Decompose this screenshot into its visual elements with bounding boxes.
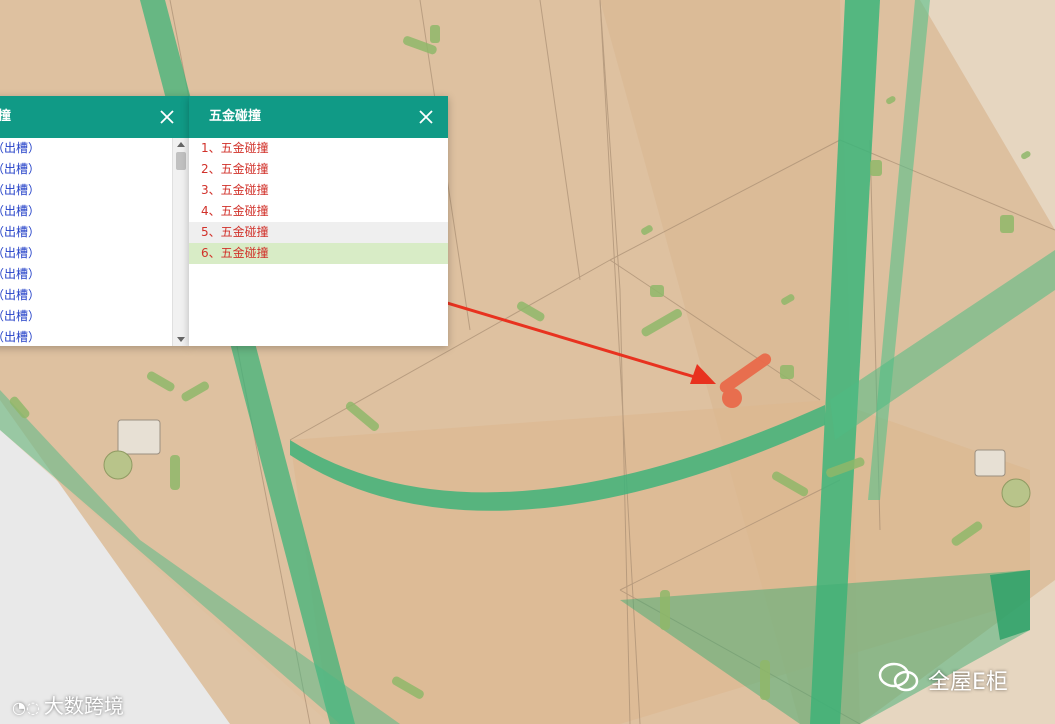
scroll-down-arrow-icon[interactable] bbox=[177, 337, 185, 342]
left-panel-close-icon[interactable] bbox=[157, 107, 177, 127]
left-panel-title: 撞 bbox=[0, 109, 12, 124]
left-panel-list: （出槽） （出槽） （出槽） （出槽） （出槽） （出槽） （出槽） （出槽） … bbox=[0, 138, 173, 346]
collision-item[interactable]: 1、五金碰撞 bbox=[189, 138, 448, 159]
collision-item-hovered[interactable]: 5、五金碰撞 bbox=[189, 222, 448, 243]
list-item[interactable]: （出槽） bbox=[0, 222, 173, 243]
scroll-up-arrow-icon[interactable] bbox=[177, 142, 185, 147]
right-panel-header: 五金碰撞 bbox=[189, 96, 448, 138]
hardware-collision-panel: 五金碰撞 1、五金碰撞 2、五金碰撞 3、五金碰撞 4、五金碰撞 5、五金碰撞 … bbox=[189, 96, 448, 346]
left-panel-header: 撞 bbox=[0, 96, 189, 138]
list-item[interactable]: （出槽） bbox=[0, 180, 173, 201]
list-item[interactable]: （出槽） bbox=[0, 306, 173, 327]
collision-item[interactable]: 4、五金碰撞 bbox=[189, 201, 448, 222]
collision-item[interactable]: 3、五金碰撞 bbox=[189, 180, 448, 201]
watermark-logo-icon: ◔◌ bbox=[12, 698, 40, 717]
collision-item-selected[interactable]: 6、五金碰撞 bbox=[189, 243, 448, 264]
list-item[interactable]: （出槽） bbox=[0, 138, 173, 159]
wechat-icon bbox=[878, 662, 922, 698]
list-item[interactable]: （出槽） bbox=[0, 243, 173, 264]
list-item[interactable]: （出槽） bbox=[0, 285, 173, 306]
list-item[interactable]: （出槽） bbox=[0, 264, 173, 285]
list-item[interactable]: （出槽） bbox=[0, 159, 173, 180]
right-panel-title: 五金碰撞 bbox=[209, 109, 262, 124]
right-panel-close-icon[interactable] bbox=[416, 107, 436, 127]
watermark-bottom-left: ◔◌ 大数跨境 bbox=[12, 690, 124, 719]
list-item[interactable]: （出槽） bbox=[0, 327, 173, 346]
watermark-bottom-right: 全屋E柜 bbox=[878, 662, 1008, 698]
list-item[interactable]: （出槽） bbox=[0, 201, 173, 222]
watermark-left-text: 大数跨境 bbox=[43, 694, 124, 718]
left-collision-panel: 撞 （出槽） （出槽） （出槽） （出槽） （出槽） （出槽） （出槽） （出槽… bbox=[0, 96, 189, 346]
left-panel-scrollbar[interactable] bbox=[172, 138, 189, 346]
collision-item[interactable]: 2、五金碰撞 bbox=[189, 159, 448, 180]
watermark-right-text: 全屋E柜 bbox=[928, 670, 1008, 695]
scroll-thumb[interactable] bbox=[176, 152, 186, 170]
right-panel-list: 1、五金碰撞 2、五金碰撞 3、五金碰撞 4、五金碰撞 5、五金碰撞 6、五金碰… bbox=[189, 138, 448, 346]
